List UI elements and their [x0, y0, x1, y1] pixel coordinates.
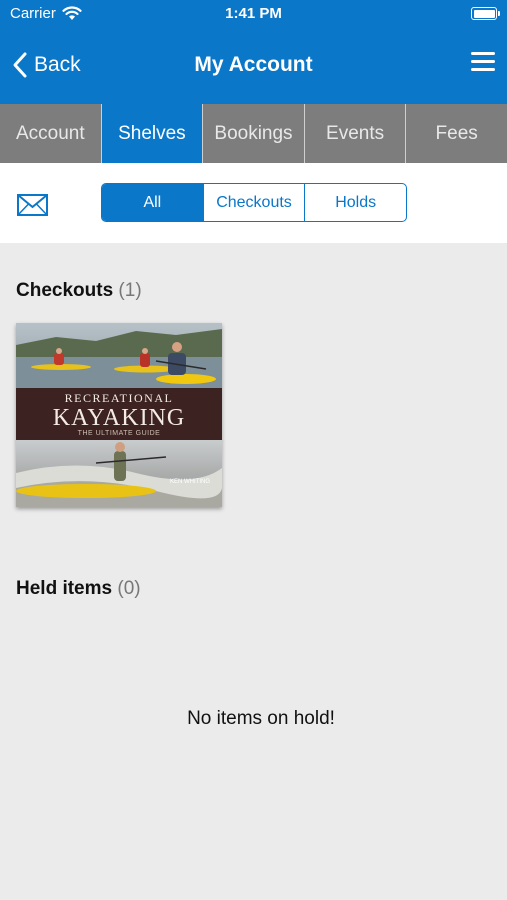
checkouts-count: (1) — [118, 280, 142, 301]
menu-icon[interactable] — [471, 52, 495, 74]
tab-events[interactable]: Events — [305, 104, 407, 163]
tab-shelves[interactable]: Shelves — [101, 104, 204, 163]
checkouts-title: Checkouts — [16, 280, 114, 301]
book-cover[interactable]: RECREATIONAL KAYAKING THE ULTIMATE GUIDE… — [16, 323, 222, 507]
book-cover-author: KEN WHITING — [170, 479, 210, 485]
checkouts-heading: Checkouts (1) — [16, 280, 142, 302]
tab-fees[interactable]: Fees — [406, 104, 507, 163]
held-items-count: (0) — [117, 578, 141, 599]
empty-holds-message: No items on hold! — [187, 708, 335, 729]
held-items-heading: Held items (0) — [16, 578, 141, 600]
tab-bar: Account Shelves Bookings Events Fees — [0, 104, 507, 163]
book-cover-line2: KAYAKING — [52, 405, 186, 431]
filter-bar: All Checkouts Holds — [0, 163, 507, 243]
battery-icon — [471, 7, 500, 20]
clock: 1:41 PM — [225, 5, 282, 22]
filter-all[interactable]: All — [102, 184, 204, 221]
held-items-title: Held items — [16, 578, 113, 599]
book-cover-line3: THE ULTIMATE GUIDE — [77, 430, 161, 437]
book-cover-title-band: RECREATIONAL KAYAKING THE ULTIMATE GUIDE — [16, 388, 222, 440]
tab-account[interactable]: Account — [0, 104, 102, 163]
shelf-filter-segmented-control: All Checkouts Holds — [101, 183, 407, 222]
navigation-bar: Back My Account — [0, 40, 507, 90]
status-bar: Carrier 1:41 PM — [0, 0, 507, 28]
filter-holds[interactable]: Holds — [305, 184, 406, 221]
page-title: My Account — [194, 53, 313, 76]
tab-bookings[interactable]: Bookings — [203, 104, 305, 163]
book-cover-line1: RECREATIONAL — [64, 391, 174, 405]
filter-checkouts[interactable]: Checkouts — [204, 184, 306, 221]
top-bar: Carrier 1:41 PM Back My Account — [0, 0, 507, 104]
envelope-icon[interactable] — [17, 194, 48, 216]
